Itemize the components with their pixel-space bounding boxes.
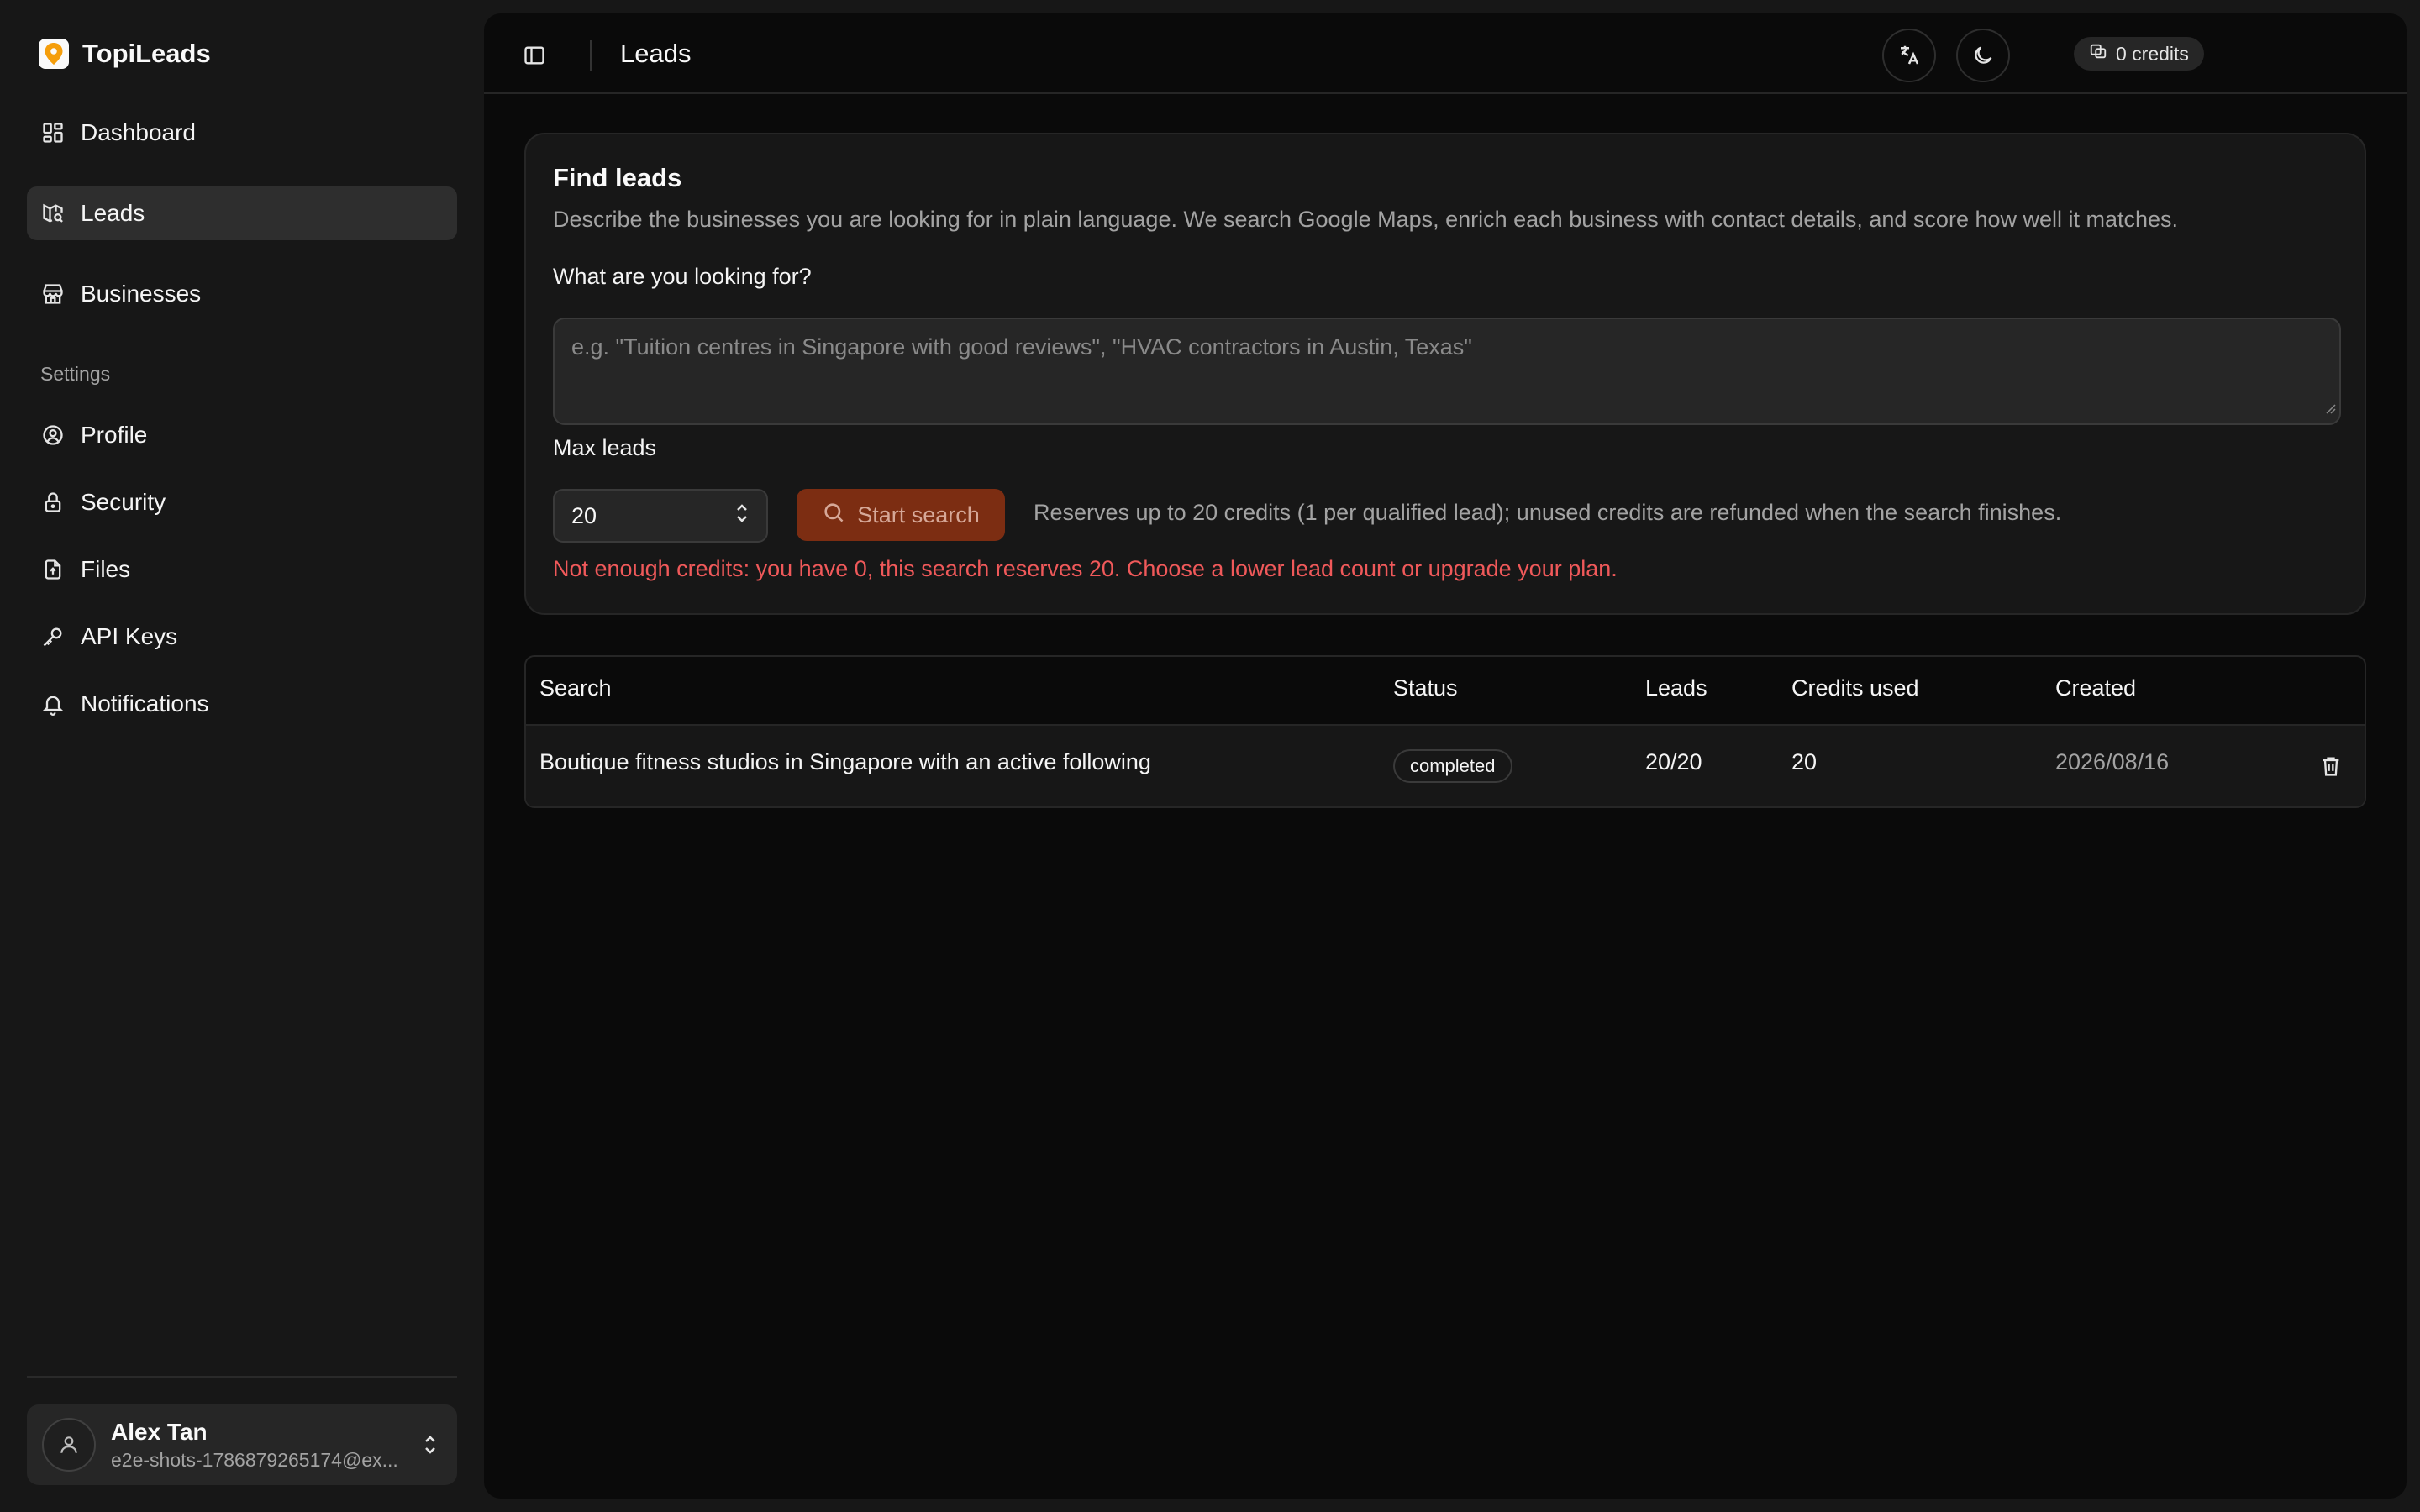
reserve-note: Reserves up to 20 credits (1 per qualifi… <box>1034 500 2062 525</box>
searches-table: Search Status Leads Credits used Created… <box>524 655 2366 808</box>
cell-leads: 20/20 <box>1645 749 1702 774</box>
sidebar-item-label: Files <box>81 556 131 582</box>
cell-search[interactable]: Boutique fitness studios in Singapore wi… <box>539 749 1151 775</box>
coins-icon <box>2089 42 2107 66</box>
sidebar: TopiLeads Dashboard Leads Businesses Set… <box>0 0 484 1512</box>
sidebar-item-label: Security <box>81 489 166 515</box>
brand-logo-icon <box>39 39 69 69</box>
page-title: Leads <box>620 39 692 68</box>
key-icon <box>40 624 66 649</box>
top-bar: Leads 0 credits <box>484 13 2407 94</box>
dashboard-icon <box>40 120 66 145</box>
find-leads-card: Find leads Describe the businesses you a… <box>524 133 2366 615</box>
cell-created: 2026/08/16 <box>2055 749 2170 774</box>
sidebar-item-security[interactable]: Security <box>27 475 457 529</box>
sidebar-item-label: Leads <box>81 200 145 226</box>
sidebar-item-leads[interactable]: Leads <box>27 186 457 240</box>
brand[interactable]: TopiLeads <box>39 37 211 71</box>
user-icon <box>60 1436 77 1453</box>
app-root: TopiLeads Dashboard Leads Businesses Set… <box>0 0 2420 1512</box>
sidebar-item-label: Businesses <box>81 281 202 307</box>
column-header-created: Created <box>2055 675 2137 701</box>
max-leads-stepper[interactable]: 20 <box>553 489 768 543</box>
user-info: Alex Tan e2e-shots-1786879265174@ex... <box>111 1417 403 1473</box>
table-header: Search Status Leads Credits used Created <box>526 657 2365 726</box>
sidebar-item-dashboard[interactable]: Dashboard <box>27 106 457 160</box>
max-leads-label: Max leads <box>553 435 657 460</box>
query-input[interactable]: e.g. "Tuition centres in Singapore with … <box>553 318 2341 425</box>
column-header-credits-used: Credits used <box>1791 675 1919 701</box>
theme-toggle-button[interactable] <box>1956 29 2010 82</box>
column-header-leads: Leads <box>1645 675 1707 701</box>
sidebar-item-profile[interactable]: Profile <box>27 408 457 462</box>
max-leads-value: 20 <box>571 502 597 528</box>
start-search-button[interactable]: Start search <box>797 489 1005 541</box>
sidebar-item-label: API Keys <box>81 623 178 649</box>
query-label: What are you looking for? <box>553 264 812 289</box>
sidebar-item-api-keys[interactable]: API Keys <box>27 610 457 664</box>
user-email: e2e-shots-1786879265174@ex... <box>111 1449 398 1471</box>
header-divider <box>590 40 592 71</box>
trash-icon <box>2323 757 2339 776</box>
query-placeholder: e.g. "Tuition centres in Singapore with … <box>571 334 1472 360</box>
sidebar-item-businesses[interactable]: Businesses <box>27 267 457 321</box>
column-header-search: Search <box>539 675 612 701</box>
cell-credits-used: 20 <box>1791 749 1818 774</box>
bell-icon <box>40 691 66 717</box>
sidebar-item-label: Notifications <box>81 690 209 717</box>
user-menu[interactable]: Alex Tan e2e-shots-1786879265174@ex... <box>27 1404 457 1485</box>
search-icon <box>822 501 845 530</box>
lock-icon <box>40 490 66 515</box>
chevrons-up-down-icon[interactable] <box>734 501 750 531</box>
sidebar-item-label: Dashboard <box>81 119 196 145</box>
store-icon <box>40 281 66 307</box>
credits-label: 0 credits <box>2116 42 2189 65</box>
user-circle-icon <box>40 423 66 448</box>
sidebar-item-notifications[interactable]: Notifications <box>27 677 457 731</box>
delete-search-button[interactable] <box>2316 751 2346 781</box>
translate-icon <box>1901 45 1919 65</box>
brand-name: TopiLeads <box>82 39 211 68</box>
credits-badge[interactable]: 0 credits <box>2074 37 2204 71</box>
language-button[interactable] <box>1882 29 1936 82</box>
sidebar-item-label: Profile <box>81 422 148 448</box>
resize-grip-icon[interactable] <box>2324 394 2336 420</box>
user-name: Alex Tan <box>111 1419 208 1445</box>
settings-section-label: Settings <box>40 363 111 385</box>
sidebar-divider <box>27 1376 457 1378</box>
main-panel: Leads 0 credits Find leads Describe the … <box>484 13 2407 1499</box>
file-upload-icon <box>40 557 66 582</box>
panel-left-icon <box>524 46 544 65</box>
card-title: Find leads <box>553 163 682 192</box>
column-header-status: Status <box>1393 675 1458 701</box>
chevrons-up-down-icon <box>418 1428 442 1462</box>
sidebar-toggle-button[interactable] <box>519 40 550 71</box>
sidebar-item-files[interactable]: Files <box>27 543 457 596</box>
avatar <box>42 1418 96 1472</box>
map-search-icon <box>40 201 66 226</box>
table-row[interactable]: Boutique fitness studios in Singapore wi… <box>526 726 2365 806</box>
start-search-label: Start search <box>857 501 980 528</box>
status-badge: completed <box>1393 749 1512 783</box>
moon-icon <box>1975 46 1992 64</box>
insufficient-credits-error: Not enough credits: you have 0, this sea… <box>553 556 1618 581</box>
card-description: Describe the businesses you are looking … <box>553 207 2179 232</box>
